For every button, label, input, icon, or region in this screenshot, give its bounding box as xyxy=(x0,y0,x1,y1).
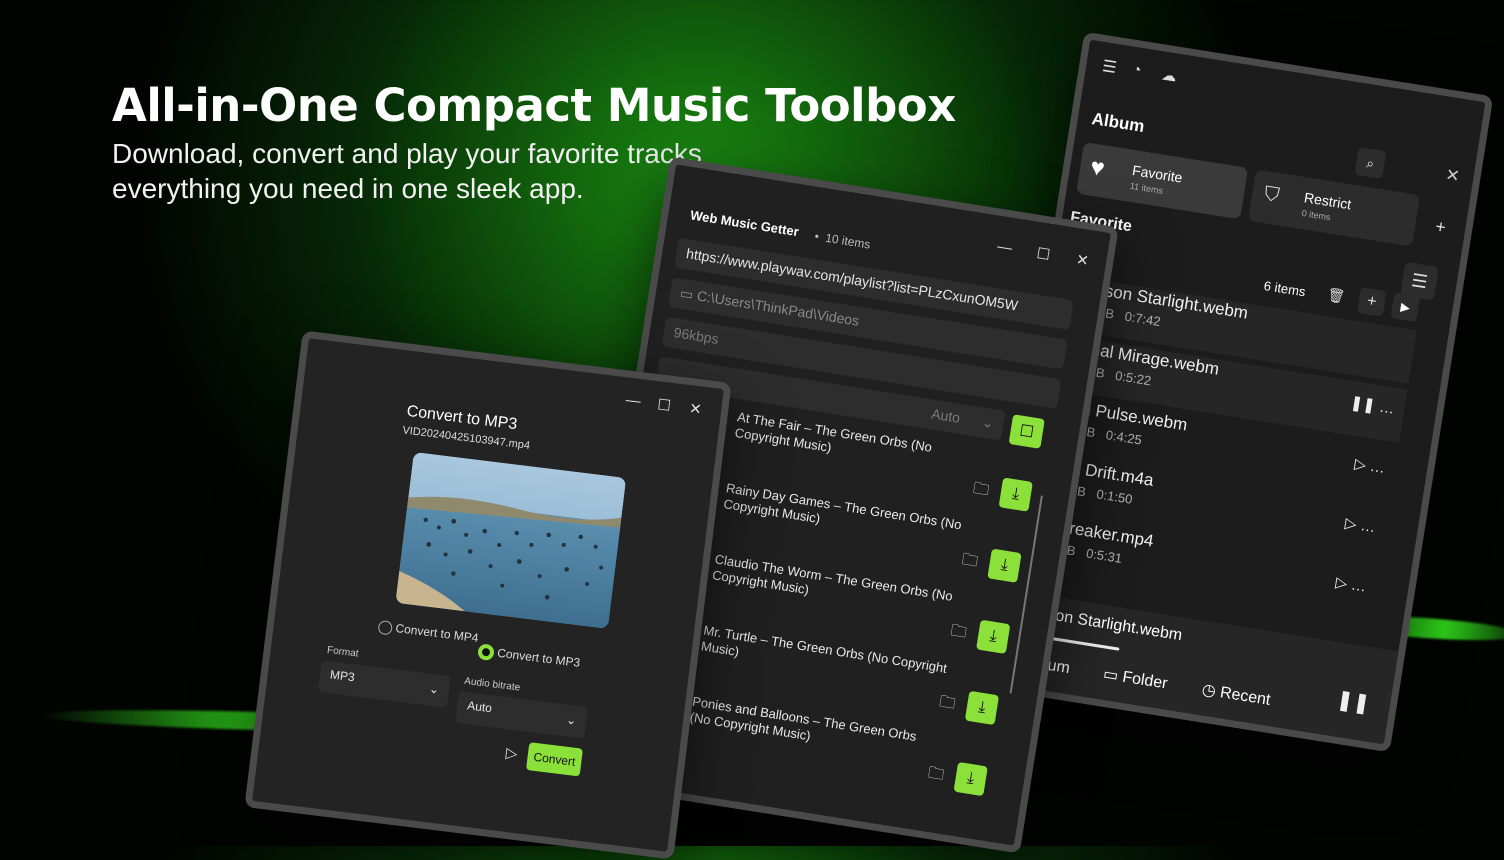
track-title: Mr. Turtle – The Green Orbs (No Copyrigh… xyxy=(700,622,948,676)
folder-open-icon[interactable]: 🗀 xyxy=(926,761,946,790)
cloud-download-icon[interactable]: ☁ xyxy=(1160,65,1178,85)
search-icon[interactable]: ⌕ xyxy=(1354,147,1387,180)
music-disc-icon[interactable]: ◔ xyxy=(1131,61,1143,79)
add-track-icon[interactable]: + xyxy=(1356,287,1387,317)
headline: All-in-One Compact Music Toolbox xyxy=(112,79,956,132)
play-preview-icon[interactable]: ▷ xyxy=(505,743,519,762)
favorite-card[interactable]: ♥ Favorite 11 items xyxy=(1076,142,1249,220)
restrict-card-count: 0 items xyxy=(1301,207,1332,223)
minimize-icon[interactable]: — xyxy=(625,391,642,410)
folder-open-icon[interactable]: 🗀 xyxy=(971,477,991,506)
play-icon[interactable]: ▷ … xyxy=(1334,573,1367,596)
favorite-card-count: 11 items xyxy=(1129,180,1164,196)
album-heading: Album xyxy=(1090,109,1146,137)
chevron-down-icon: ⌄ xyxy=(428,681,440,697)
download-button[interactable]: ⤓ xyxy=(964,690,1000,726)
heart-icon: ♥ xyxy=(1088,153,1107,183)
bitrate-select[interactable]: Auto ⌄ xyxy=(455,691,589,739)
close-icon[interactable]: ✕ xyxy=(688,399,703,418)
track-title: Rainy Day Games – The Green Orbs (No Cop… xyxy=(722,480,963,533)
folder-open-icon[interactable]: 🗀 xyxy=(959,548,979,577)
subheadline: Download, convert and play your favorite… xyxy=(112,136,702,206)
minimize-icon[interactable]: — xyxy=(996,238,1013,257)
format-select[interactable]: MP3 ⌄ xyxy=(317,660,451,708)
format-label: Format xyxy=(326,644,360,660)
restrict-card[interactable]: ⛉ Restrict 0 items xyxy=(1247,169,1421,247)
maximize-icon[interactable]: ☐ xyxy=(1035,244,1051,264)
radio-checked-icon xyxy=(477,643,495,662)
folder-open-icon[interactable]: 🗀 xyxy=(937,690,957,719)
window-title: Web Music Getter xyxy=(689,207,800,240)
play-icon[interactable]: ▷ … xyxy=(1344,514,1377,537)
track-title: Claudio The Worm – The Green Orbs (No Co… xyxy=(711,551,954,604)
close-icon[interactable]: ✕ xyxy=(1075,250,1090,270)
convert-to-mp4-option[interactable]: Convert to MP4 xyxy=(377,619,479,646)
subheadline-line-2: everything you need in one sleek app. xyxy=(112,173,584,204)
convert-to-mp3-option[interactable]: Convert to MP3 xyxy=(477,643,581,671)
download-button[interactable]: ⤓ xyxy=(987,548,1022,583)
bitrate-label: Audio bitrate xyxy=(463,675,521,694)
shield-icon: ⛉ xyxy=(1262,182,1281,208)
pause-icon[interactable]: ❚❚ xyxy=(1335,687,1372,717)
section-count: 6 items xyxy=(1262,278,1307,300)
radio-unchecked-icon xyxy=(377,619,394,636)
add-icon[interactable]: + xyxy=(1434,216,1448,238)
download-button[interactable]: ⤓ xyxy=(998,477,1033,512)
folder-open-icon[interactable]: 🗀 xyxy=(948,619,968,648)
chevron-down-icon: ⌄ xyxy=(565,712,578,728)
close-icon[interactable]: ✕ xyxy=(1444,165,1461,187)
item-count: • 10 items xyxy=(813,229,872,252)
menu-icon[interactable]: ☰ xyxy=(1101,56,1118,78)
trash-icon[interactable]: 🗑 xyxy=(1326,286,1346,306)
download-button[interactable]: ⤓ xyxy=(953,761,988,797)
scrollbar[interactable] xyxy=(1009,495,1043,694)
play-icon[interactable]: ▷ … xyxy=(1353,454,1386,477)
maximize-icon[interactable]: ☐ xyxy=(656,395,672,415)
chevron-down-icon: ⌄ xyxy=(980,413,995,432)
download-button[interactable]: ⤓ xyxy=(976,619,1011,654)
select-all-button[interactable]: ☐ xyxy=(1008,414,1045,449)
track-title: Ponies and Balloons – The Green Orbs (No… xyxy=(688,693,918,744)
pause-icon[interactable]: ❚❚ … xyxy=(1349,393,1396,418)
convert-button[interactable]: Convert xyxy=(525,742,583,777)
subheadline-line-1: Download, convert and play your favorite… xyxy=(112,138,702,169)
converter-window: — ☐ ✕ Convert to MP3 VID20240425103947.m… xyxy=(244,330,732,860)
play-all-icon[interactable]: ▶ xyxy=(1390,292,1421,323)
video-thumbnail xyxy=(395,452,626,629)
